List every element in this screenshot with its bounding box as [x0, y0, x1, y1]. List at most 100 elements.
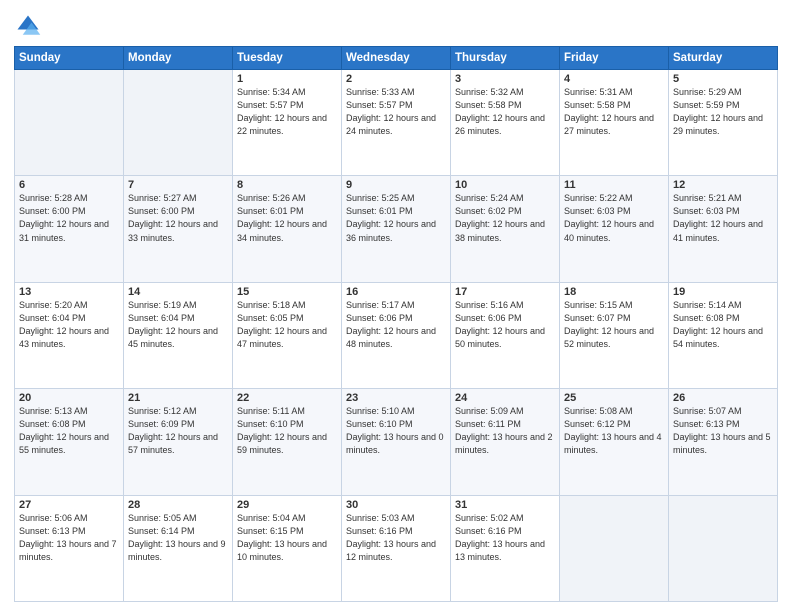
- day-detail: Sunrise: 5:09 AMSunset: 6:11 PMDaylight:…: [455, 405, 555, 457]
- calendar-header-friday: Friday: [560, 47, 669, 70]
- day-number: 16: [346, 286, 446, 298]
- logo: [14, 12, 46, 40]
- day-detail: Sunrise: 5:05 AMSunset: 6:14 PMDaylight:…: [128, 512, 228, 564]
- day-number: 14: [128, 286, 228, 298]
- calendar-cell: 2Sunrise: 5:33 AMSunset: 5:57 PMDaylight…: [342, 70, 451, 176]
- day-detail: Sunrise: 5:24 AMSunset: 6:02 PMDaylight:…: [455, 192, 555, 244]
- calendar-cell: 12Sunrise: 5:21 AMSunset: 6:03 PMDayligh…: [669, 176, 778, 282]
- calendar-header-saturday: Saturday: [669, 47, 778, 70]
- calendar-header-wednesday: Wednesday: [342, 47, 451, 70]
- day-number: 29: [237, 499, 337, 511]
- day-number: 8: [237, 179, 337, 191]
- calendar-cell: 10Sunrise: 5:24 AMSunset: 6:02 PMDayligh…: [451, 176, 560, 282]
- day-number: 27: [19, 499, 119, 511]
- calendar-cell: 17Sunrise: 5:16 AMSunset: 6:06 PMDayligh…: [451, 282, 560, 388]
- calendar-header-thursday: Thursday: [451, 47, 560, 70]
- day-detail: Sunrise: 5:31 AMSunset: 5:58 PMDaylight:…: [564, 86, 664, 138]
- day-number: 9: [346, 179, 446, 191]
- day-number: 2: [346, 73, 446, 85]
- calendar-cell: [124, 70, 233, 176]
- day-detail: Sunrise: 5:20 AMSunset: 6:04 PMDaylight:…: [19, 299, 119, 351]
- day-detail: Sunrise: 5:03 AMSunset: 6:16 PMDaylight:…: [346, 512, 446, 564]
- calendar-cell: 22Sunrise: 5:11 AMSunset: 6:10 PMDayligh…: [233, 389, 342, 495]
- day-number: 3: [455, 73, 555, 85]
- calendar-header-sunday: Sunday: [15, 47, 124, 70]
- header: [14, 12, 778, 40]
- calendar-week-5: 27Sunrise: 5:06 AMSunset: 6:13 PMDayligh…: [15, 495, 778, 601]
- day-detail: Sunrise: 5:18 AMSunset: 6:05 PMDaylight:…: [237, 299, 337, 351]
- day-number: 1: [237, 73, 337, 85]
- calendar-cell: 18Sunrise: 5:15 AMSunset: 6:07 PMDayligh…: [560, 282, 669, 388]
- calendar: SundayMondayTuesdayWednesdayThursdayFrid…: [14, 46, 778, 602]
- page: SundayMondayTuesdayWednesdayThursdayFrid…: [0, 0, 792, 612]
- day-number: 13: [19, 286, 119, 298]
- day-detail: Sunrise: 5:17 AMSunset: 6:06 PMDaylight:…: [346, 299, 446, 351]
- day-detail: Sunrise: 5:07 AMSunset: 6:13 PMDaylight:…: [673, 405, 773, 457]
- day-detail: Sunrise: 5:06 AMSunset: 6:13 PMDaylight:…: [19, 512, 119, 564]
- day-detail: Sunrise: 5:29 AMSunset: 5:59 PMDaylight:…: [673, 86, 773, 138]
- calendar-cell: [669, 495, 778, 601]
- day-detail: Sunrise: 5:08 AMSunset: 6:12 PMDaylight:…: [564, 405, 664, 457]
- calendar-cell: 14Sunrise: 5:19 AMSunset: 6:04 PMDayligh…: [124, 282, 233, 388]
- day-number: 12: [673, 179, 773, 191]
- calendar-cell: 6Sunrise: 5:28 AMSunset: 6:00 PMDaylight…: [15, 176, 124, 282]
- day-number: 5: [673, 73, 773, 85]
- day-detail: Sunrise: 5:27 AMSunset: 6:00 PMDaylight:…: [128, 192, 228, 244]
- day-number: 17: [455, 286, 555, 298]
- day-detail: Sunrise: 5:02 AMSunset: 6:16 PMDaylight:…: [455, 512, 555, 564]
- calendar-cell: 9Sunrise: 5:25 AMSunset: 6:01 PMDaylight…: [342, 176, 451, 282]
- calendar-cell: 1Sunrise: 5:34 AMSunset: 5:57 PMDaylight…: [233, 70, 342, 176]
- day-number: 24: [455, 392, 555, 404]
- calendar-cell: 24Sunrise: 5:09 AMSunset: 6:11 PMDayligh…: [451, 389, 560, 495]
- day-detail: Sunrise: 5:26 AMSunset: 6:01 PMDaylight:…: [237, 192, 337, 244]
- calendar-cell: 31Sunrise: 5:02 AMSunset: 6:16 PMDayligh…: [451, 495, 560, 601]
- day-detail: Sunrise: 5:34 AMSunset: 5:57 PMDaylight:…: [237, 86, 337, 138]
- day-detail: Sunrise: 5:19 AMSunset: 6:04 PMDaylight:…: [128, 299, 228, 351]
- calendar-cell: 16Sunrise: 5:17 AMSunset: 6:06 PMDayligh…: [342, 282, 451, 388]
- calendar-cell: 25Sunrise: 5:08 AMSunset: 6:12 PMDayligh…: [560, 389, 669, 495]
- day-number: 10: [455, 179, 555, 191]
- calendar-header-tuesday: Tuesday: [233, 47, 342, 70]
- day-number: 28: [128, 499, 228, 511]
- day-number: 4: [564, 73, 664, 85]
- day-number: 11: [564, 179, 664, 191]
- day-number: 23: [346, 392, 446, 404]
- calendar-week-3: 13Sunrise: 5:20 AMSunset: 6:04 PMDayligh…: [15, 282, 778, 388]
- day-number: 25: [564, 392, 664, 404]
- calendar-cell: 11Sunrise: 5:22 AMSunset: 6:03 PMDayligh…: [560, 176, 669, 282]
- day-number: 31: [455, 499, 555, 511]
- day-number: 19: [673, 286, 773, 298]
- calendar-cell: 3Sunrise: 5:32 AMSunset: 5:58 PMDaylight…: [451, 70, 560, 176]
- day-detail: Sunrise: 5:15 AMSunset: 6:07 PMDaylight:…: [564, 299, 664, 351]
- calendar-cell: [560, 495, 669, 601]
- day-detail: Sunrise: 5:14 AMSunset: 6:08 PMDaylight:…: [673, 299, 773, 351]
- calendar-cell: 27Sunrise: 5:06 AMSunset: 6:13 PMDayligh…: [15, 495, 124, 601]
- day-number: 18: [564, 286, 664, 298]
- calendar-week-4: 20Sunrise: 5:13 AMSunset: 6:08 PMDayligh…: [15, 389, 778, 495]
- calendar-cell: 28Sunrise: 5:05 AMSunset: 6:14 PMDayligh…: [124, 495, 233, 601]
- calendar-cell: 29Sunrise: 5:04 AMSunset: 6:15 PMDayligh…: [233, 495, 342, 601]
- day-detail: Sunrise: 5:28 AMSunset: 6:00 PMDaylight:…: [19, 192, 119, 244]
- day-detail: Sunrise: 5:22 AMSunset: 6:03 PMDaylight:…: [564, 192, 664, 244]
- day-detail: Sunrise: 5:33 AMSunset: 5:57 PMDaylight:…: [346, 86, 446, 138]
- calendar-cell: 4Sunrise: 5:31 AMSunset: 5:58 PMDaylight…: [560, 70, 669, 176]
- day-detail: Sunrise: 5:21 AMSunset: 6:03 PMDaylight:…: [673, 192, 773, 244]
- calendar-header-row: SundayMondayTuesdayWednesdayThursdayFrid…: [15, 47, 778, 70]
- calendar-cell: 13Sunrise: 5:20 AMSunset: 6:04 PMDayligh…: [15, 282, 124, 388]
- day-number: 21: [128, 392, 228, 404]
- day-number: 15: [237, 286, 337, 298]
- calendar-cell: [15, 70, 124, 176]
- day-detail: Sunrise: 5:12 AMSunset: 6:09 PMDaylight:…: [128, 405, 228, 457]
- day-number: 22: [237, 392, 337, 404]
- calendar-cell: 23Sunrise: 5:10 AMSunset: 6:10 PMDayligh…: [342, 389, 451, 495]
- day-detail: Sunrise: 5:10 AMSunset: 6:10 PMDaylight:…: [346, 405, 446, 457]
- day-number: 26: [673, 392, 773, 404]
- calendar-cell: 15Sunrise: 5:18 AMSunset: 6:05 PMDayligh…: [233, 282, 342, 388]
- calendar-cell: 30Sunrise: 5:03 AMSunset: 6:16 PMDayligh…: [342, 495, 451, 601]
- day-detail: Sunrise: 5:32 AMSunset: 5:58 PMDaylight:…: [455, 86, 555, 138]
- calendar-cell: 7Sunrise: 5:27 AMSunset: 6:00 PMDaylight…: [124, 176, 233, 282]
- calendar-cell: 5Sunrise: 5:29 AMSunset: 5:59 PMDaylight…: [669, 70, 778, 176]
- calendar-cell: 20Sunrise: 5:13 AMSunset: 6:08 PMDayligh…: [15, 389, 124, 495]
- day-detail: Sunrise: 5:16 AMSunset: 6:06 PMDaylight:…: [455, 299, 555, 351]
- day-detail: Sunrise: 5:04 AMSunset: 6:15 PMDaylight:…: [237, 512, 337, 564]
